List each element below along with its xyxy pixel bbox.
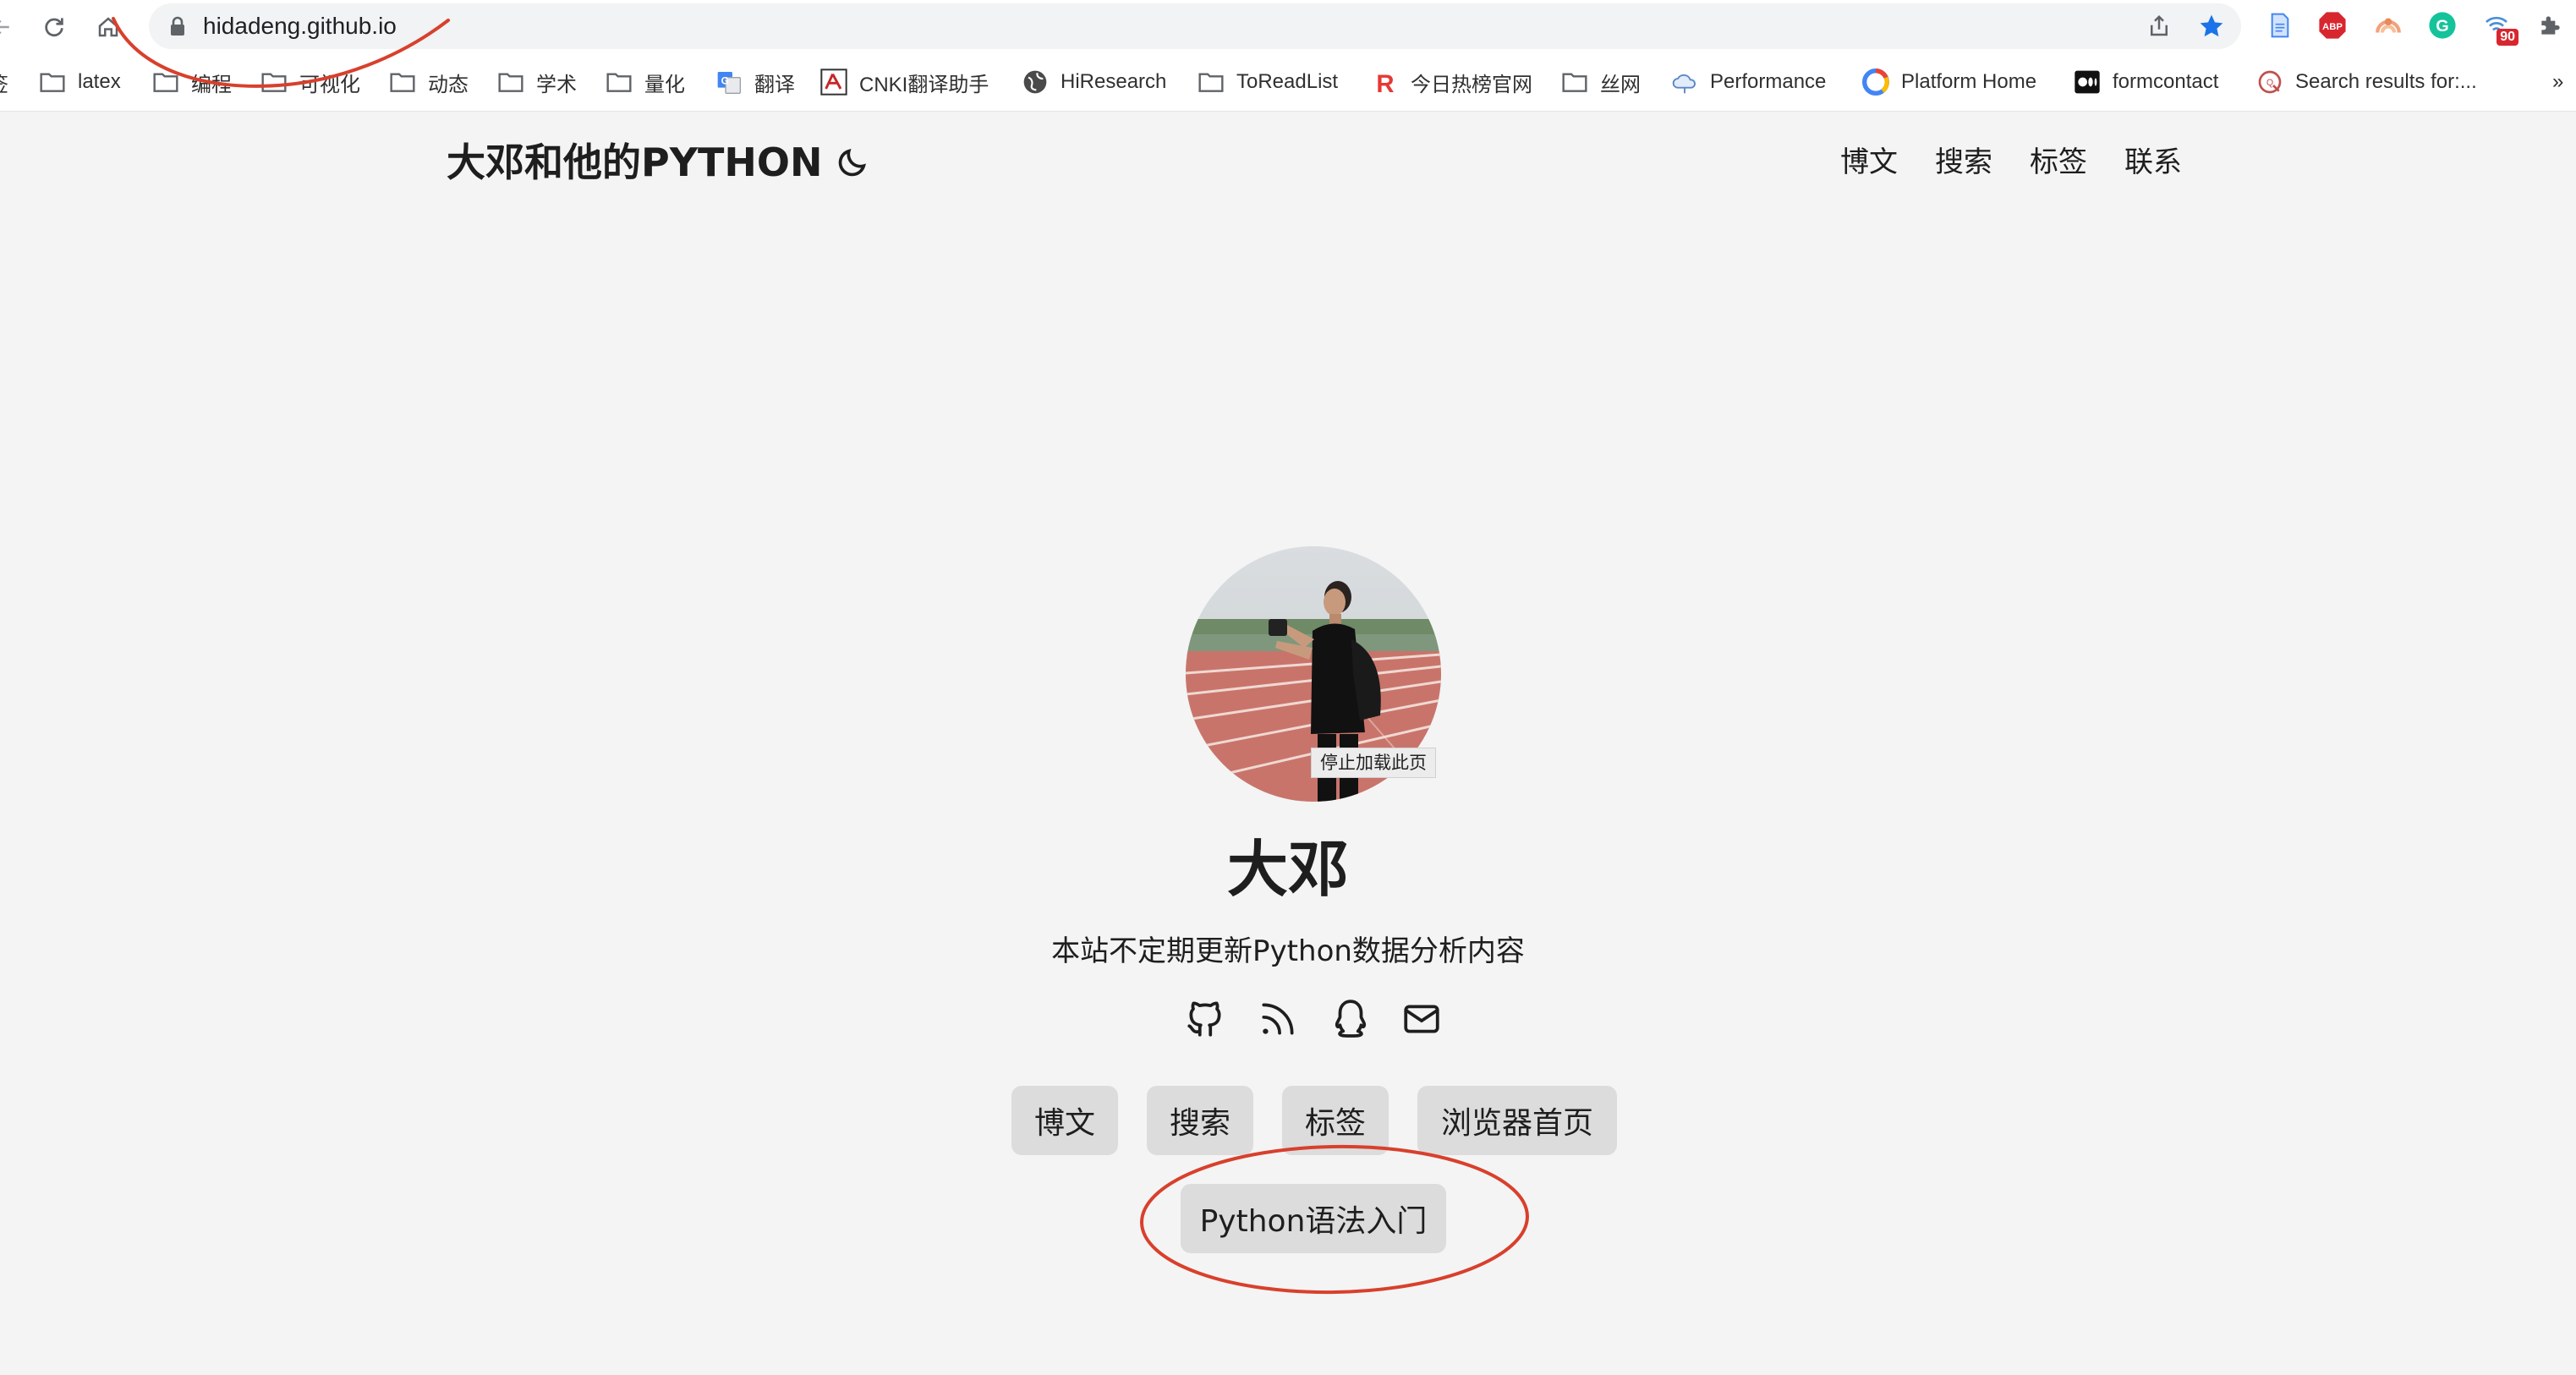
platform-icon	[1862, 68, 1889, 96]
bookmark-siwang[interactable]: 丝网	[1561, 66, 1641, 98]
bookmark-dongtai[interactable]: 动态	[389, 66, 469, 98]
cloud-icon	[1671, 68, 1698, 96]
bookmark-keshihua[interactable]: 可视化	[260, 66, 360, 98]
author-name: 大邓	[1226, 834, 1349, 905]
svg-text:R: R	[1376, 70, 1394, 96]
bookmark-xueshu[interactable]: 学术	[497, 66, 577, 98]
python-intro-button[interactable]: Python语法入门	[1181, 1184, 1446, 1253]
nav-link-contact[interactable]: 联系	[2124, 140, 2182, 184]
folder-icon	[497, 68, 524, 96]
bookmark-label: CNKI翻译助手	[859, 73, 989, 96]
bookmark-search-results[interactable]: Q Search results for:...	[2256, 66, 2477, 98]
bookmark-label: ToReadList	[1236, 70, 1339, 93]
grammarly-icon[interactable]: G	[2425, 8, 2459, 42]
bookmark-label: Performance	[1710, 70, 1827, 93]
bookmark-label: 学术	[536, 73, 577, 96]
folder-icon	[1561, 68, 1588, 96]
bookmark-label: formcontact	[2113, 70, 2219, 93]
extension-badge: 90	[2497, 29, 2518, 46]
bookmark-label: Platform Home	[1901, 70, 2037, 93]
rainbow-extension-icon[interactable]	[2371, 8, 2405, 42]
moon-icon[interactable]	[836, 145, 869, 179]
nav-link-search[interactable]: 搜索	[1935, 140, 1992, 184]
nav-link-tags[interactable]: 标签	[2030, 140, 2087, 184]
bowen-button[interactable]: 博文	[1011, 1086, 1118, 1155]
browser-toolbar: hidadeng.github.io ABP G 90	[0, 0, 2576, 52]
bookmark-label: 量化	[644, 73, 685, 96]
address-bar[interactable]	[149, 3, 2241, 49]
reload-icon[interactable]	[36, 8, 73, 46]
bookmark-rebang[interactable]: R 今日热榜官网	[1372, 66, 1532, 98]
github-icon[interactable]	[1182, 996, 1228, 1042]
svg-text:ABP: ABP	[2322, 22, 2343, 32]
bookmark-toreadlist[interactable]: ToReadList	[1198, 66, 1338, 98]
bookmark-label: Search results for:...	[2295, 70, 2477, 93]
docs-extension-icon[interactable]	[2263, 8, 2297, 42]
wifi-extension-icon[interactable]: 90	[2480, 8, 2518, 46]
bookmark-label: 动态	[428, 73, 469, 96]
bookmark-formcontact[interactable]: formcontact	[2074, 66, 2218, 98]
extensions-puzzle-icon[interactable]	[2534, 8, 2568, 42]
browser-homepage-button[interactable]: 浏览器首页	[1417, 1086, 1617, 1155]
rss-icon[interactable]	[1255, 996, 1301, 1042]
quanty-icon: Q	[2256, 68, 2283, 96]
google-translate-icon: G	[715, 68, 743, 96]
folder-icon	[39, 68, 66, 96]
home-icon[interactable]	[90, 8, 127, 46]
back-icon[interactable]	[0, 8, 20, 46]
bookmark-label: latex	[78, 70, 121, 93]
search-button[interactable]: 搜索	[1147, 1086, 1253, 1155]
bookmark-biancheng[interactable]: 编程	[152, 66, 232, 98]
bookmark-label: HiResearch	[1061, 70, 1167, 93]
folder-icon	[152, 68, 179, 96]
medium-icon	[2074, 68, 2101, 96]
bookmark-label: 编程	[191, 73, 232, 96]
bookmarks-overflow-button[interactable]: »	[2552, 66, 2563, 98]
share-icon[interactable]	[2143, 10, 2175, 42]
rebang-icon: R	[1372, 68, 1399, 96]
lock-icon[interactable]	[169, 15, 186, 37]
bookmark-hiresearch[interactable]: HiResearch	[1022, 66, 1166, 98]
tags-button[interactable]: 标签	[1282, 1086, 1389, 1155]
bookmark-label: 丝网	[1600, 73, 1641, 96]
nav-link-bowen[interactable]: 博文	[1840, 140, 1898, 184]
site-tagline: 本站不定期更新Python数据分析内容	[1051, 934, 1525, 968]
folder-icon	[606, 68, 633, 96]
bookmark-label: 可视化	[299, 73, 360, 96]
bookmark-partial[interactable]: 签	[0, 66, 8, 98]
bookmark-label: 翻译	[754, 73, 795, 96]
bookmark-performance[interactable]: Performance	[1671, 66, 1826, 98]
bookmark-platform-home[interactable]: Platform Home	[1862, 66, 2036, 98]
adblock-plus-icon[interactable]: ABP	[2316, 8, 2349, 42]
url-text[interactable]: hidadeng.github.io	[203, 8, 397, 44]
cnki-icon	[820, 68, 847, 96]
qq-icon[interactable]	[1328, 996, 1373, 1042]
folder-icon	[389, 68, 416, 96]
bookmark-label: 今日热榜官网	[1411, 73, 1532, 96]
bookmarks-bar: 签 latex 编程 可视化 动态 学术 量化 G 翻译 CNKI翻译助手 Hi…	[0, 52, 2576, 112]
mail-icon[interactable]	[1399, 996, 1444, 1042]
stop-loading-tooltip: 停止加载此页	[1311, 748, 1436, 778]
site-title[interactable]: 大邓和他的PYTHON	[447, 135, 823, 189]
svg-text:G: G	[2436, 17, 2448, 36]
bookmark-cnki[interactable]: CNKI翻译助手	[820, 66, 989, 98]
bookmark-fanyi[interactable]: G 翻译	[715, 66, 795, 98]
bookmark-latex[interactable]: latex	[39, 66, 121, 98]
folder-icon	[260, 68, 288, 96]
bookmark-star-icon[interactable]	[2195, 10, 2228, 42]
globe-icon	[1022, 68, 1049, 96]
folder-icon	[1198, 68, 1225, 96]
bookmark-lianghua[interactable]: 量化	[606, 66, 685, 98]
svg-text:Q: Q	[2266, 78, 2273, 88]
svg-text:G: G	[721, 75, 729, 87]
